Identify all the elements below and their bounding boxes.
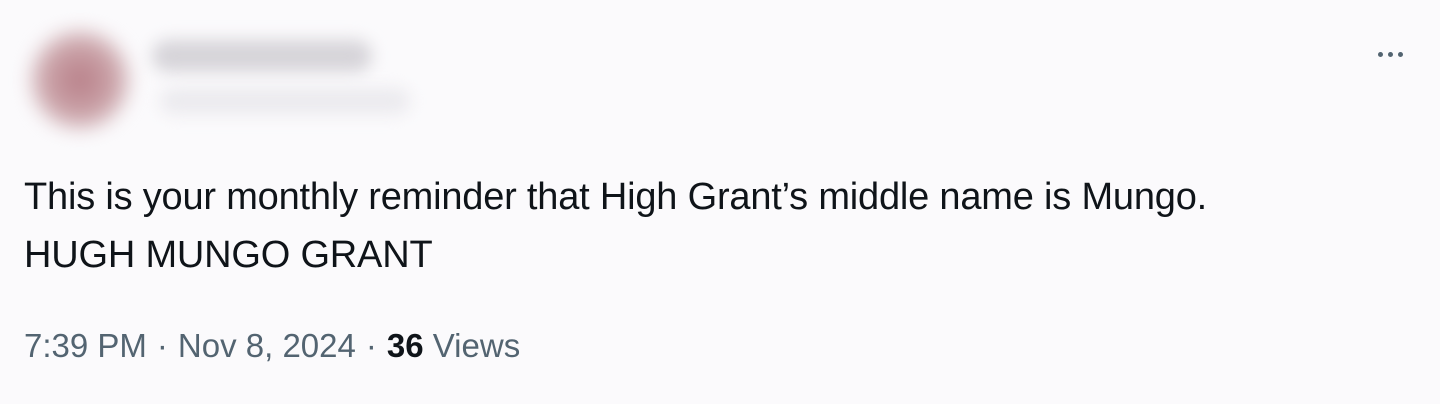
separator: · xyxy=(365,327,377,364)
tweet-meta: 7:39 PM · Nov 8, 2024 · 36 Views xyxy=(24,324,520,368)
tweet-time: 7:39 PM xyxy=(24,327,147,364)
views-label: Views xyxy=(432,327,521,364)
author-name[interactable] xyxy=(152,40,372,72)
more-horizontal-icon xyxy=(1377,51,1383,57)
tweet-date: Nov 8, 2024 xyxy=(177,327,356,364)
tweet-card: This is your monthly reminder that High … xyxy=(0,0,1440,404)
tweet-text-line: This is your monthly reminder that High … xyxy=(24,176,1207,218)
author-handle[interactable] xyxy=(160,88,410,114)
timestamp-link[interactable]: 7:39 PM · Nov 8, 2024 xyxy=(24,327,356,364)
separator: · xyxy=(156,327,168,364)
views-link[interactable]: 36 Views xyxy=(387,327,520,364)
views-count: 36 xyxy=(386,327,424,364)
avatar[interactable] xyxy=(30,30,130,130)
more-options-button[interactable] xyxy=(1368,36,1412,72)
tweet-text: This is your monthly reminder that High … xyxy=(24,168,1424,284)
tweet-text-line: HUGH MUNGO GRANT xyxy=(24,234,433,276)
